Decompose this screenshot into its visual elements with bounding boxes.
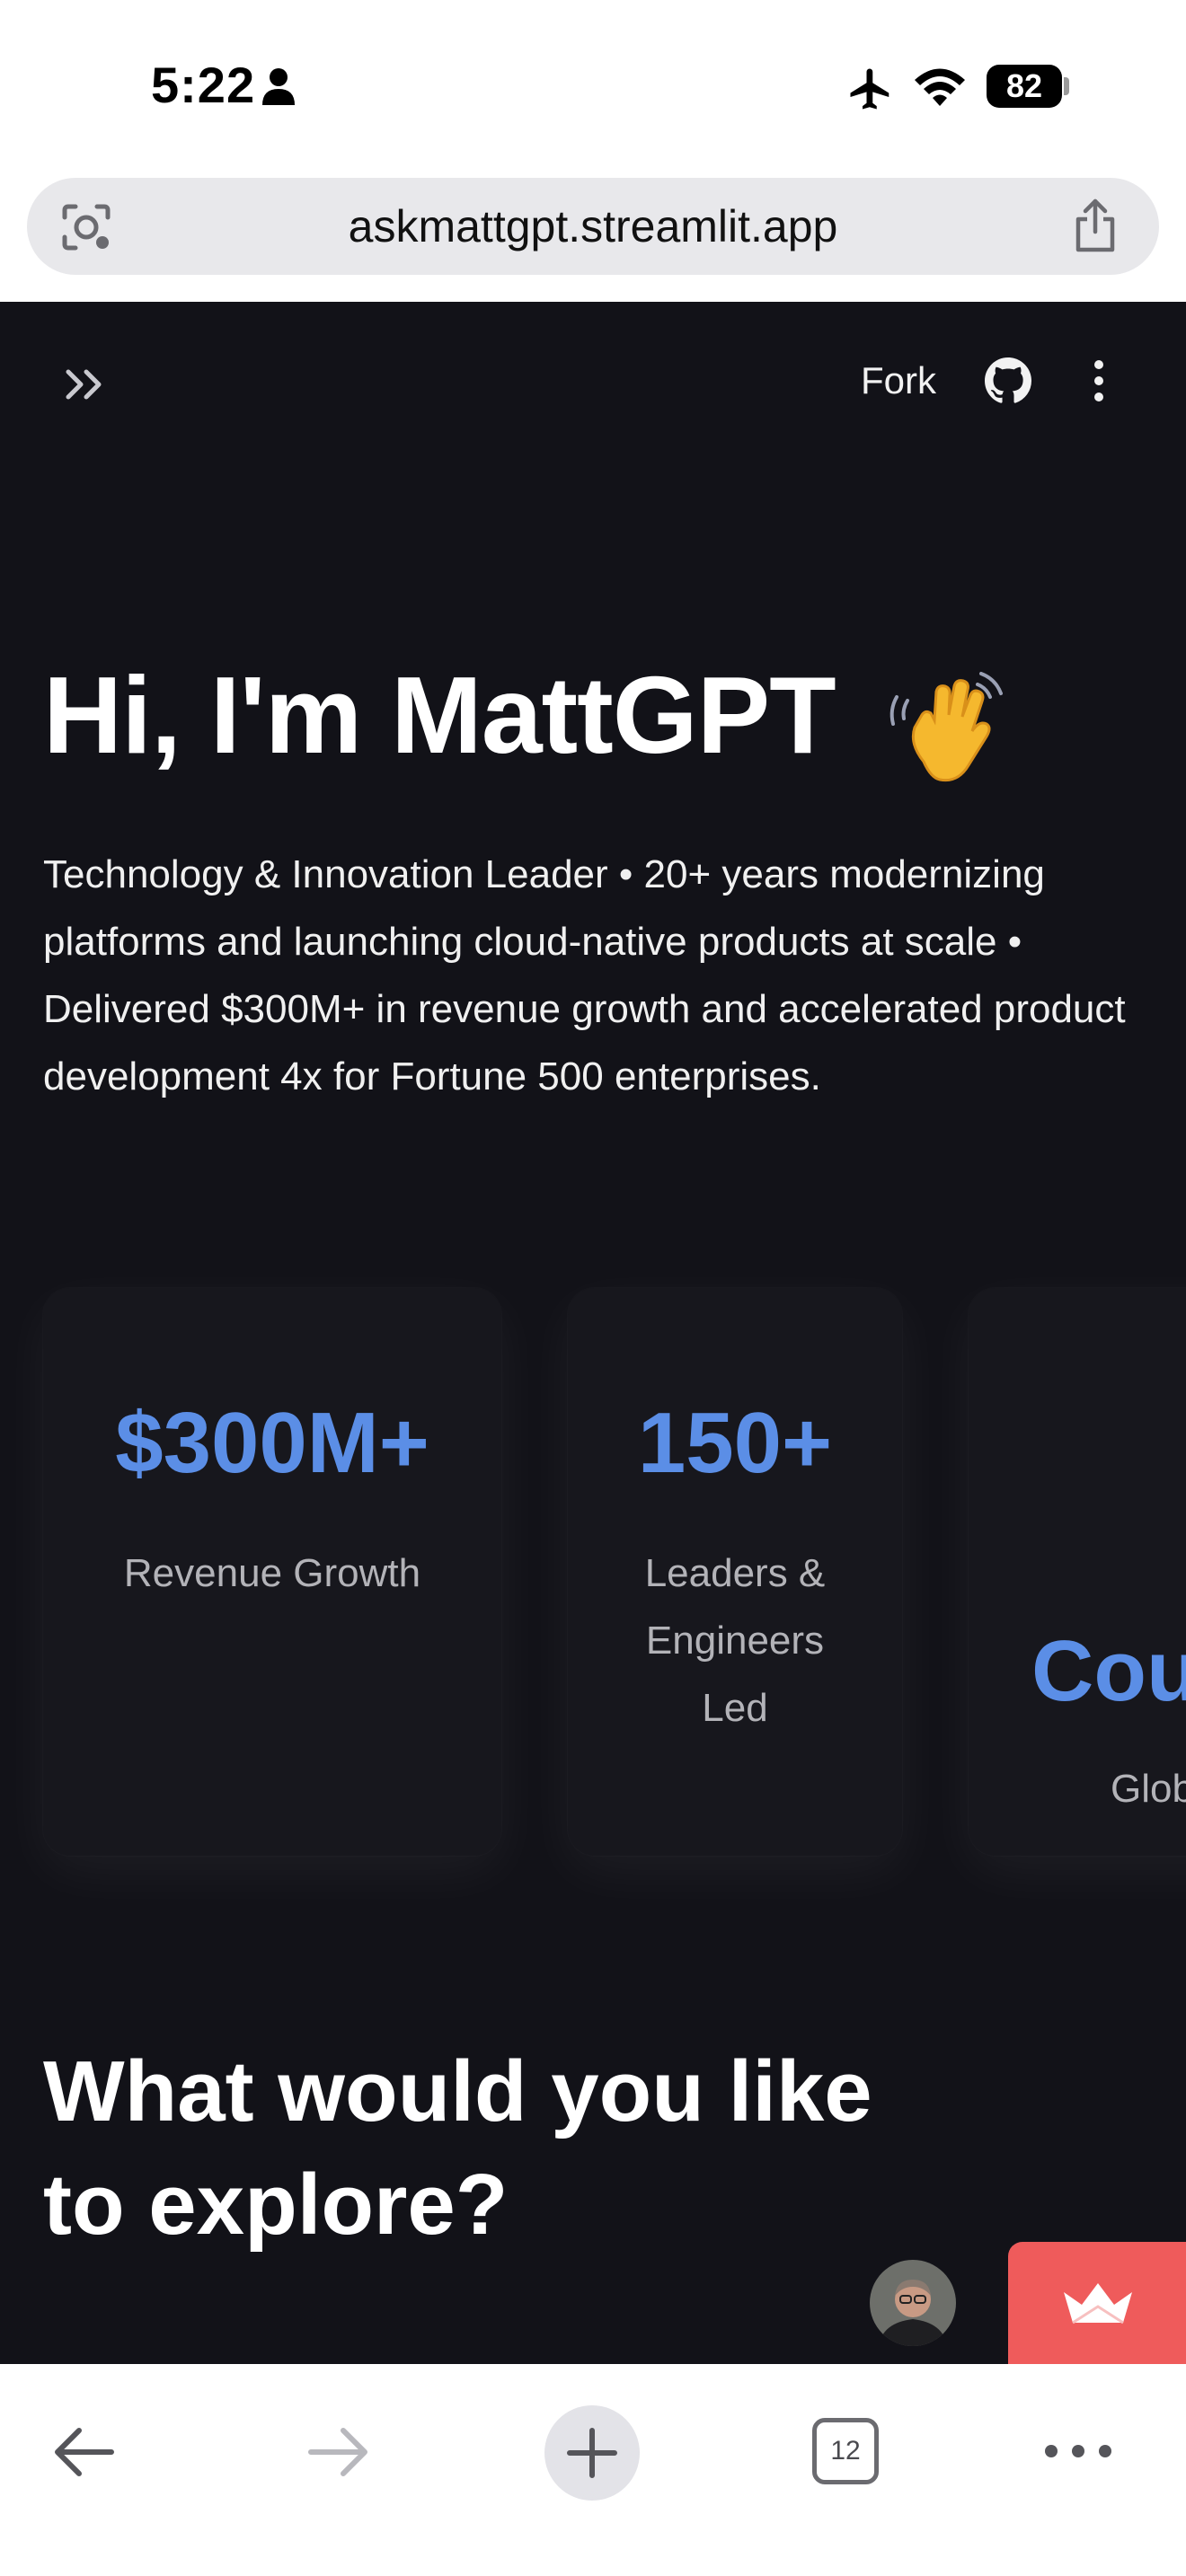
plus-icon — [567, 2428, 617, 2478]
stat-value: 150+ — [637, 1395, 833, 1491]
stat-label: Glob — [1111, 1767, 1186, 1811]
battery-level: 82 — [987, 65, 1062, 108]
avatar[interactable] — [870, 2260, 956, 2346]
github-icon[interactable] — [985, 357, 1031, 404]
stat-label: Revenue Growth — [123, 1551, 421, 1595]
stat-value: $300M+ — [115, 1395, 429, 1491]
battery-indicator: 82 — [987, 65, 1069, 108]
more-icon[interactable] — [1042, 2438, 1114, 2465]
stat-label: Leaders & Engineers Led — [644, 1551, 826, 1730]
stat-value: Cou — [1031, 1623, 1186, 1719]
person-icon — [262, 68, 295, 105]
hero-subtitle: Technology & Innovation Leader • 20+ yea… — [43, 852, 1126, 1098]
battery-cap — [1064, 77, 1069, 95]
stat-card-leaders: 150+ Leaders & Engineers Led — [568, 1288, 902, 1856]
streamlit-badge[interactable] — [1008, 2242, 1186, 2364]
url-text[interactable]: askmattgpt.streamlit.app — [27, 178, 1159, 275]
tabs-button[interactable]: 12 — [812, 2418, 879, 2484]
stat-card-revenue: $300M+ Revenue Growth — [43, 1288, 501, 1856]
app-container: Fork Hi, I'm MattGPT Technology & Innova… — [0, 302, 1186, 2364]
wifi-icon — [915, 68, 965, 106]
fork-button[interactable]: Fork — [861, 359, 936, 402]
status-bar: 5:22 82 — [0, 0, 1186, 171]
main-menu-icon[interactable] — [1085, 357, 1112, 404]
share-icon[interactable] — [1071, 198, 1120, 253]
hero-title: Hi, I'm MattGPT — [43, 654, 836, 776]
waving-hand-icon — [890, 672, 1003, 782]
forward-arrow-icon[interactable] — [304, 2418, 372, 2486]
airplane-mode-icon — [850, 68, 890, 110]
explore-heading: What would you like to explore? — [43, 2043, 872, 2253]
stat-card-countries: Cou Glob — [969, 1288, 1186, 1856]
status-time: 5:22 — [151, 57, 256, 113]
new-tab-button[interactable] — [544, 2405, 640, 2501]
browser-toolbar: 12 — [0, 2364, 1186, 2576]
url-bar[interactable]: askmattgpt.streamlit.app — [27, 178, 1159, 275]
sidebar-expand-icon[interactable] — [63, 365, 108, 404]
back-arrow-icon[interactable] — [50, 2418, 119, 2486]
streamlit-crown-icon — [1064, 2283, 1132, 2325]
